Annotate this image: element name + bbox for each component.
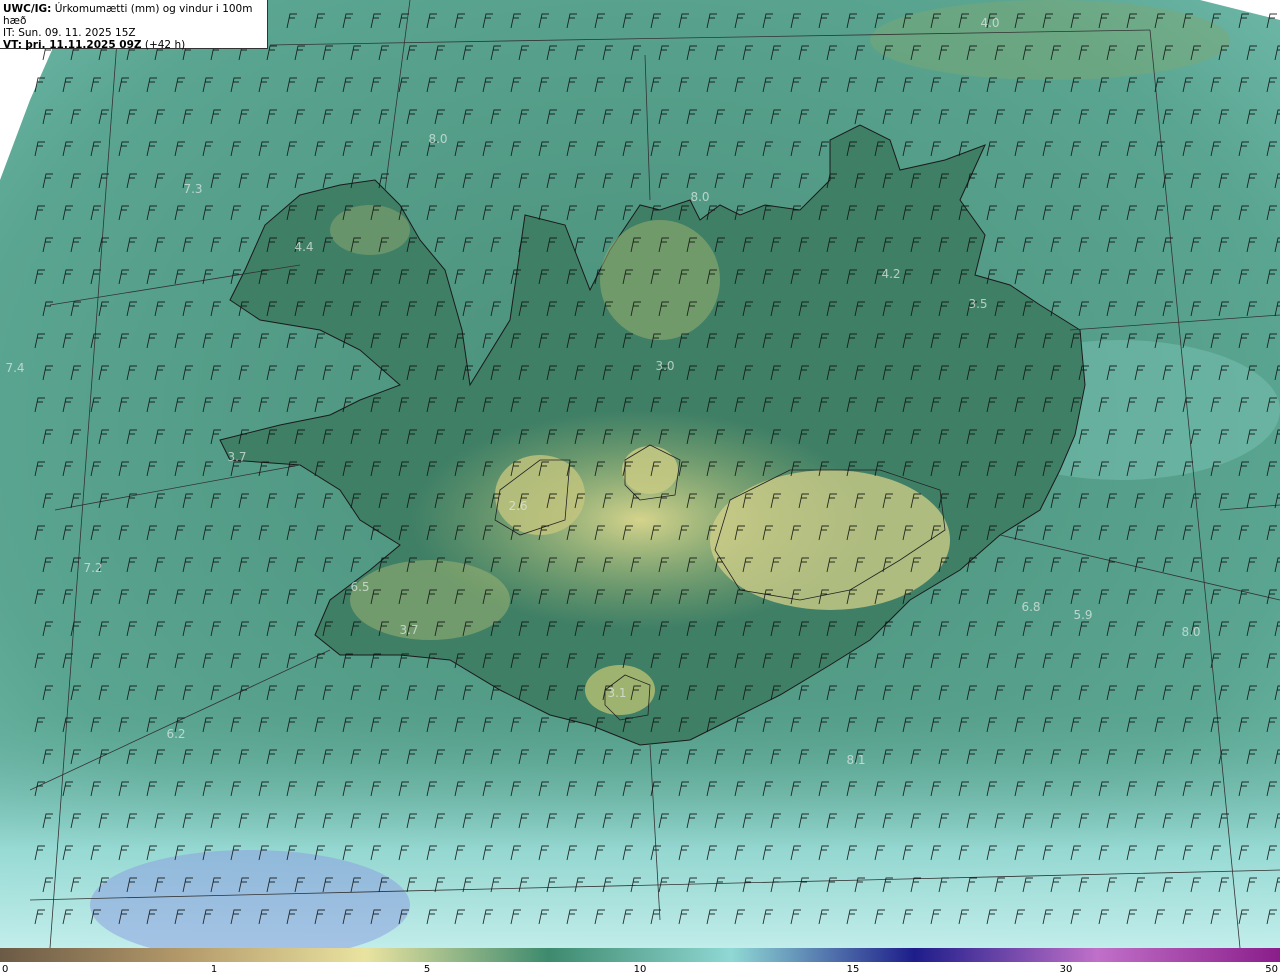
precip-value-label: 5.9 [1073, 608, 1092, 622]
precip-value-label: 6.8 [1021, 600, 1040, 614]
precip-value-label: 3.7 [227, 450, 246, 464]
precip-value-label: 7.2 [83, 561, 102, 575]
forecast-map: 4.0 8.0 7.3 8.0 4.4 4.2 3.5 7.4 3.0 3.7 2.6 7.2 6.5 3… [0, 0, 1280, 948]
precip-colorbar: 0 1 5 10 15 30 50 [0, 948, 1280, 978]
colorbar-tick: 15 [846, 964, 860, 975]
precip-value-label: 8.0 [1181, 625, 1200, 639]
precip-value-label: 7.3 [183, 182, 202, 196]
precip-value-label: 6.5 [350, 580, 369, 594]
model-label: UWC/IG: [3, 3, 52, 15]
precip-value-label: 4.4 [294, 240, 313, 254]
precip-value-label: 3.7 [399, 623, 418, 637]
precip-value-label: 8.0 [690, 190, 709, 204]
precip-value-label: 7.4 [5, 361, 24, 375]
precip-value-label: 6.2 [166, 727, 185, 741]
precip-value-label: 8.1 [846, 753, 865, 767]
precip-value-label: 4.2 [881, 267, 900, 281]
init-time: IT: Sun. 09. 11. 2025 15Z [3, 27, 136, 39]
map-header: UWC/IG: Úrkomumætti (mm) og vindur i 100… [0, 0, 268, 51]
precip-value-label: 2.6 [508, 499, 527, 513]
valid-label: VT: [3, 39, 22, 51]
colorbar-tick: 0 [2, 964, 9, 975]
precip-value-label: 8.0 [428, 132, 447, 146]
precip-value-label: 4.0 [980, 16, 999, 30]
colorbar-tick: 10 [633, 964, 647, 975]
colorbar-tick: 30 [1059, 964, 1073, 975]
lead-time: (+42 h) [144, 39, 186, 51]
precip-value-label: 3.5 [968, 297, 987, 311]
precip-value-label: 3.1 [607, 686, 626, 700]
colorbar-strip [0, 948, 1280, 962]
precip-value-label: 3.0 [655, 359, 674, 373]
colorbar-tick: 5 [423, 964, 431, 975]
colorbar-tick: 1 [210, 964, 218, 975]
valid-time: þri. 11.11.2025 09Z [25, 39, 142, 51]
colorbar-tick: 50 [1265, 964, 1278, 975]
